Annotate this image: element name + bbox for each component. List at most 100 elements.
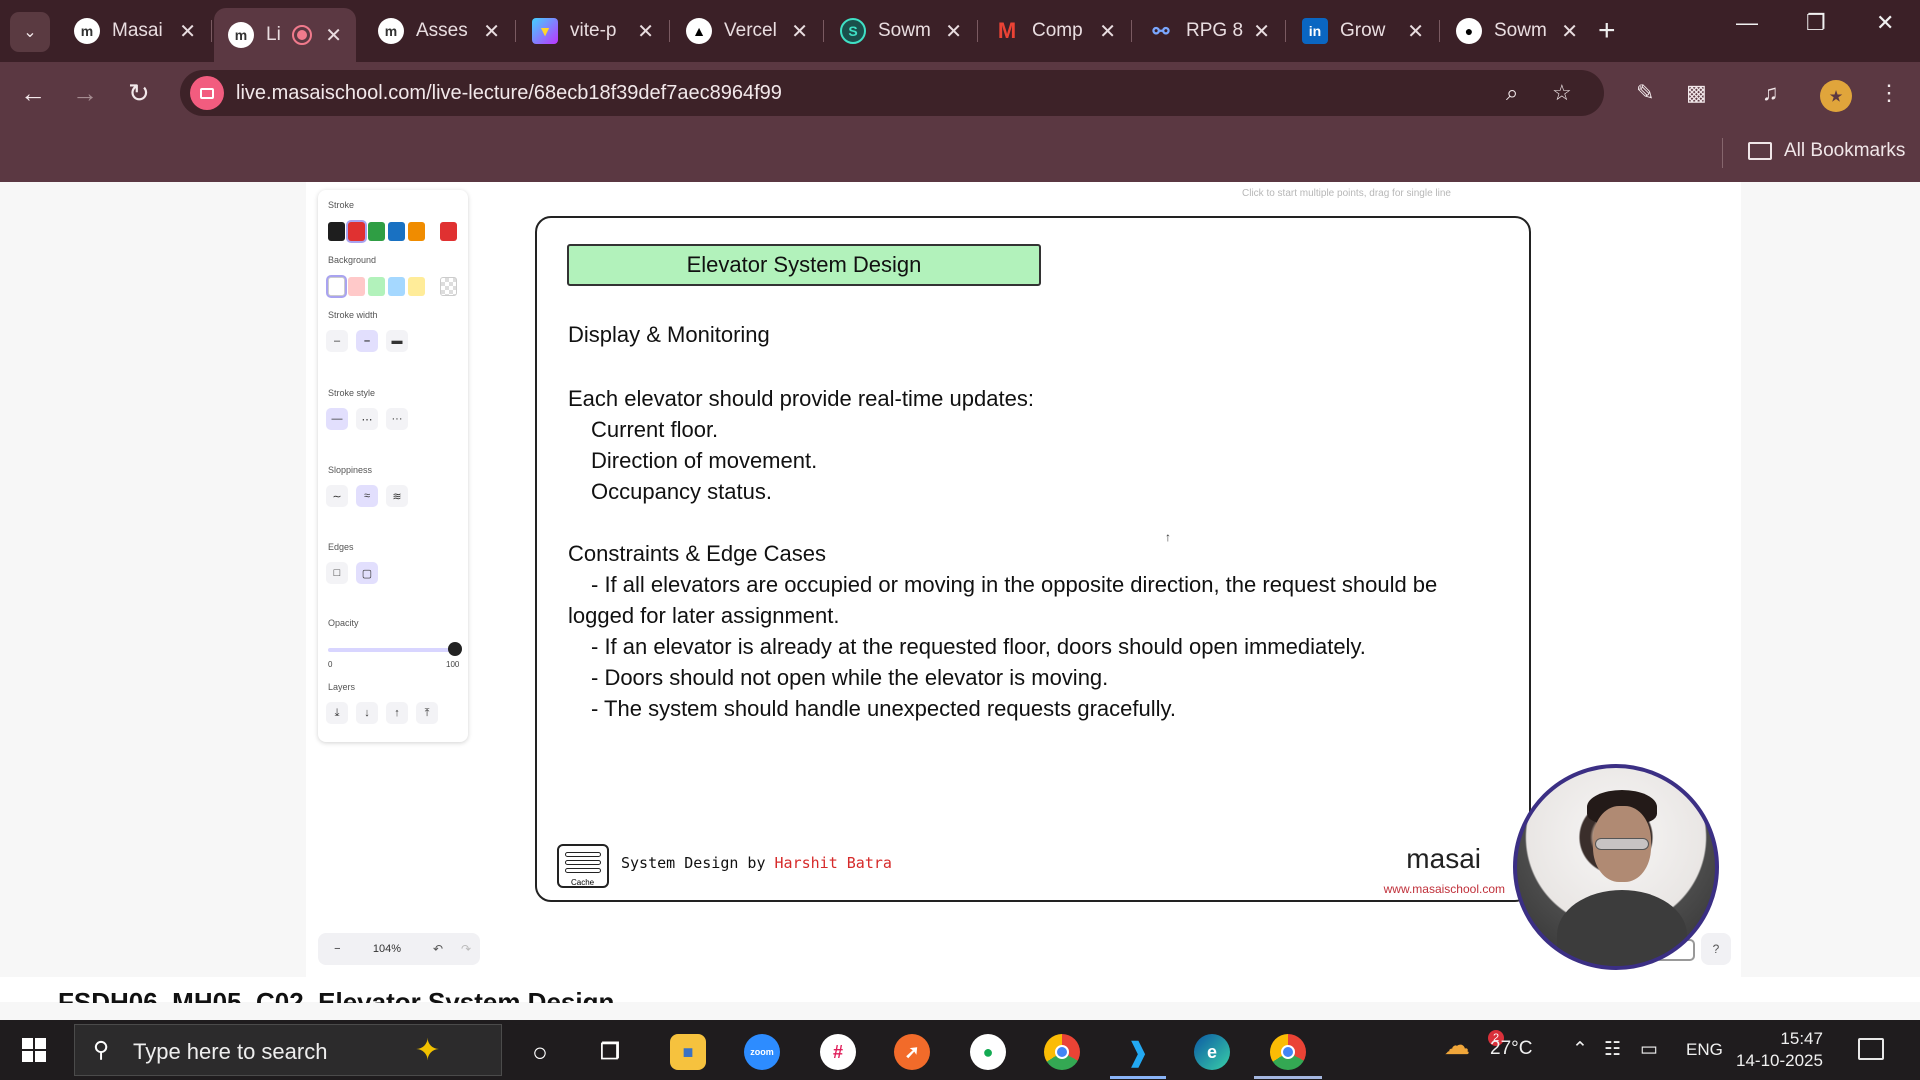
zoom-icon[interactable]: ⌕ xyxy=(1506,80,1518,106)
reload-button[interactable]: ↻ xyxy=(128,78,150,109)
clock-time: 15:47 xyxy=(1780,1029,1823,1048)
minimize-button[interactable]: — xyxy=(1736,10,1758,36)
stroke-bold-button[interactable]: – xyxy=(356,330,378,352)
stroke-color-swatch[interactable] xyxy=(328,222,345,241)
language-indicator[interactable]: ENG xyxy=(1686,1040,1723,1060)
slide-title[interactable]: Elevator System Design xyxy=(567,244,1041,286)
bookmark-star-icon[interactable]: ☆ xyxy=(1552,80,1572,106)
bring-to-front-button[interactable]: ⤒ xyxy=(416,702,438,724)
tab-linkedin[interactable]: in Grow ✕ xyxy=(1288,8,1440,54)
system-clock[interactable]: 15:47 14-10-2025 xyxy=(1736,1028,1823,1072)
tab-search-dropdown[interactable]: ⌄ xyxy=(10,12,50,52)
opacity-slider-track[interactable] xyxy=(328,648,456,652)
tab-assessment[interactable]: m Asses ✕ xyxy=(364,8,516,54)
close-icon[interactable]: ✕ xyxy=(1253,19,1270,44)
address-bar[interactable]: live.masaischool.com/live-lecture/68ecb1… xyxy=(180,70,1604,116)
close-icon[interactable]: ✕ xyxy=(637,19,654,44)
new-tab-button[interactable]: + xyxy=(1598,14,1616,48)
sloppiness-architect-button[interactable]: ∼ xyxy=(326,485,348,507)
close-icon[interactable]: ✕ xyxy=(945,19,962,44)
close-icon[interactable]: ✕ xyxy=(325,23,342,48)
stroke-dotted-button[interactable]: ··· xyxy=(386,408,408,430)
opacity-slider-thumb[interactable] xyxy=(448,642,462,656)
weather-icon[interactable]: ☁ xyxy=(1444,1030,1470,1061)
network-icon[interactable]: ☷ xyxy=(1604,1038,1621,1061)
extensions-icon[interactable]: ▩ xyxy=(1686,80,1707,106)
menu-kebab-icon[interactable]: ⋮ xyxy=(1878,80,1900,106)
undo-icon[interactable]: ↶ xyxy=(433,942,443,956)
tab-stackblitz[interactable]: S Sowm ✕ xyxy=(826,8,978,54)
back-button[interactable]: ← xyxy=(20,78,46,109)
tab-masai[interactable]: m Masai ✕ xyxy=(60,8,212,54)
close-icon[interactable]: ✕ xyxy=(791,19,808,44)
chrome-icon[interactable] xyxy=(1044,1034,1080,1070)
background-color-swatch[interactable] xyxy=(348,277,365,296)
vscode-icon[interactable]: ❱ xyxy=(1120,1034,1156,1070)
zoom-icon[interactable]: zoom xyxy=(744,1034,780,1070)
background-color-swatch[interactable] xyxy=(408,277,425,296)
task-view-icon[interactable]: ❐ xyxy=(592,1034,628,1070)
tab-github[interactable]: ● Sowm ✕ xyxy=(1442,8,1592,54)
tray-chevron-up-icon[interactable]: ⌃ xyxy=(1572,1038,1588,1061)
close-window-button[interactable]: ✕ xyxy=(1876,10,1894,36)
stroke-thin-button[interactable]: – xyxy=(326,330,348,352)
tab-rpg[interactable]: ⚯ RPG 8 ✕ xyxy=(1134,8,1286,54)
mongodb-icon[interactable]: ● xyxy=(970,1034,1006,1070)
orange-app-icon[interactable]: ➚ xyxy=(894,1034,930,1070)
tab-live-lecture[interactable]: m Li ✕ xyxy=(214,8,356,62)
stroke-label: Stroke xyxy=(328,200,355,210)
windows-start-icon[interactable] xyxy=(22,1038,46,1062)
stroke-color-swatch[interactable] xyxy=(368,222,385,241)
close-icon[interactable]: ✕ xyxy=(179,19,196,44)
canvas-hint: Click to start multiple points, drag for… xyxy=(1242,188,1451,199)
edges-round-button[interactable]: ▢ xyxy=(356,562,378,584)
profile-avatar[interactable]: ★ xyxy=(1820,80,1852,112)
edge-icon[interactable]: e xyxy=(1194,1034,1230,1070)
close-icon[interactable]: ✕ xyxy=(483,19,500,44)
bring-forward-button[interactable]: ↑ xyxy=(386,702,408,724)
notification-icon[interactable] xyxy=(1858,1038,1884,1060)
tab-gmail[interactable]: M Comp ✕ xyxy=(980,8,1132,54)
tab-vercel[interactable]: ▲ Vercel ✕ xyxy=(672,8,824,54)
copilot-sparkle-icon[interactable]: ✦ xyxy=(415,1033,440,1068)
stroke-color-swatch[interactable] xyxy=(408,222,425,241)
all-bookmarks-button[interactable]: All Bookmarks xyxy=(1784,140,1905,162)
battery-icon[interactable]: ▭ xyxy=(1640,1038,1658,1061)
stroke-dashed-button[interactable]: ⋯ xyxy=(356,408,378,430)
media-control-icon[interactable]: ♫ xyxy=(1762,80,1779,106)
file-explorer-icon[interactable]: ■ xyxy=(670,1034,706,1070)
send-backward-button[interactable]: ↓ xyxy=(356,702,378,724)
edges-sharp-button[interactable]: □ xyxy=(326,562,348,584)
close-icon[interactable]: ✕ xyxy=(1561,19,1578,44)
zoom-out-button[interactable]: − xyxy=(334,943,340,955)
pen-extension-icon[interactable]: ✎ xyxy=(1636,80,1654,106)
help-icon[interactable]: ? xyxy=(1701,933,1731,965)
background-color-swatch[interactable] xyxy=(328,277,345,296)
send-to-back-button[interactable]: ⤓ xyxy=(326,702,348,724)
restore-button[interactable]: ❐ xyxy=(1806,10,1826,36)
background-color-swatch[interactable] xyxy=(388,277,405,296)
stroke-solid-button[interactable]: — xyxy=(326,408,348,430)
background-color-swatch[interactable] xyxy=(368,277,385,296)
tab-label: vite-p xyxy=(570,20,617,41)
stroke-color-swatch[interactable] xyxy=(348,222,365,241)
chrome-profile-icon[interactable] xyxy=(1270,1034,1306,1070)
tab-strip: ⌄ m Masai ✕ m Li ✕ m Asses ✕ ▼ vite-p ✕ … xyxy=(0,0,1920,62)
zoom-level[interactable]: 104% xyxy=(373,943,401,955)
cortana-icon[interactable]: ○ xyxy=(522,1034,558,1070)
slack-icon[interactable]: # xyxy=(820,1034,856,1070)
slide-frame[interactable]: Elevator System Design Display & Monitor… xyxy=(535,216,1531,902)
sloppiness-artist-button[interactable]: ≈ xyxy=(356,485,378,507)
sloppiness-cartoonist-button[interactable]: ≋ xyxy=(386,485,408,507)
tab-vite[interactable]: ▼ vite-p ✕ xyxy=(518,8,670,54)
transparent-swatch[interactable] xyxy=(440,277,457,296)
stroke-color-swatch[interactable] xyxy=(388,222,405,241)
weather-temp[interactable]: 27°C xyxy=(1490,1038,1532,1060)
close-icon[interactable]: ✕ xyxy=(1407,19,1424,44)
current-stroke-swatch[interactable] xyxy=(440,222,457,241)
close-icon[interactable]: ✕ xyxy=(1099,19,1116,44)
stroke-extra-bold-button[interactable]: ▬ xyxy=(386,330,408,352)
redo-icon[interactable]: ↷ xyxy=(461,942,471,956)
forward-button[interactable]: → xyxy=(72,78,98,109)
taskbar-search[interactable]: ⚲ Type here to search ✦ xyxy=(74,1024,502,1076)
